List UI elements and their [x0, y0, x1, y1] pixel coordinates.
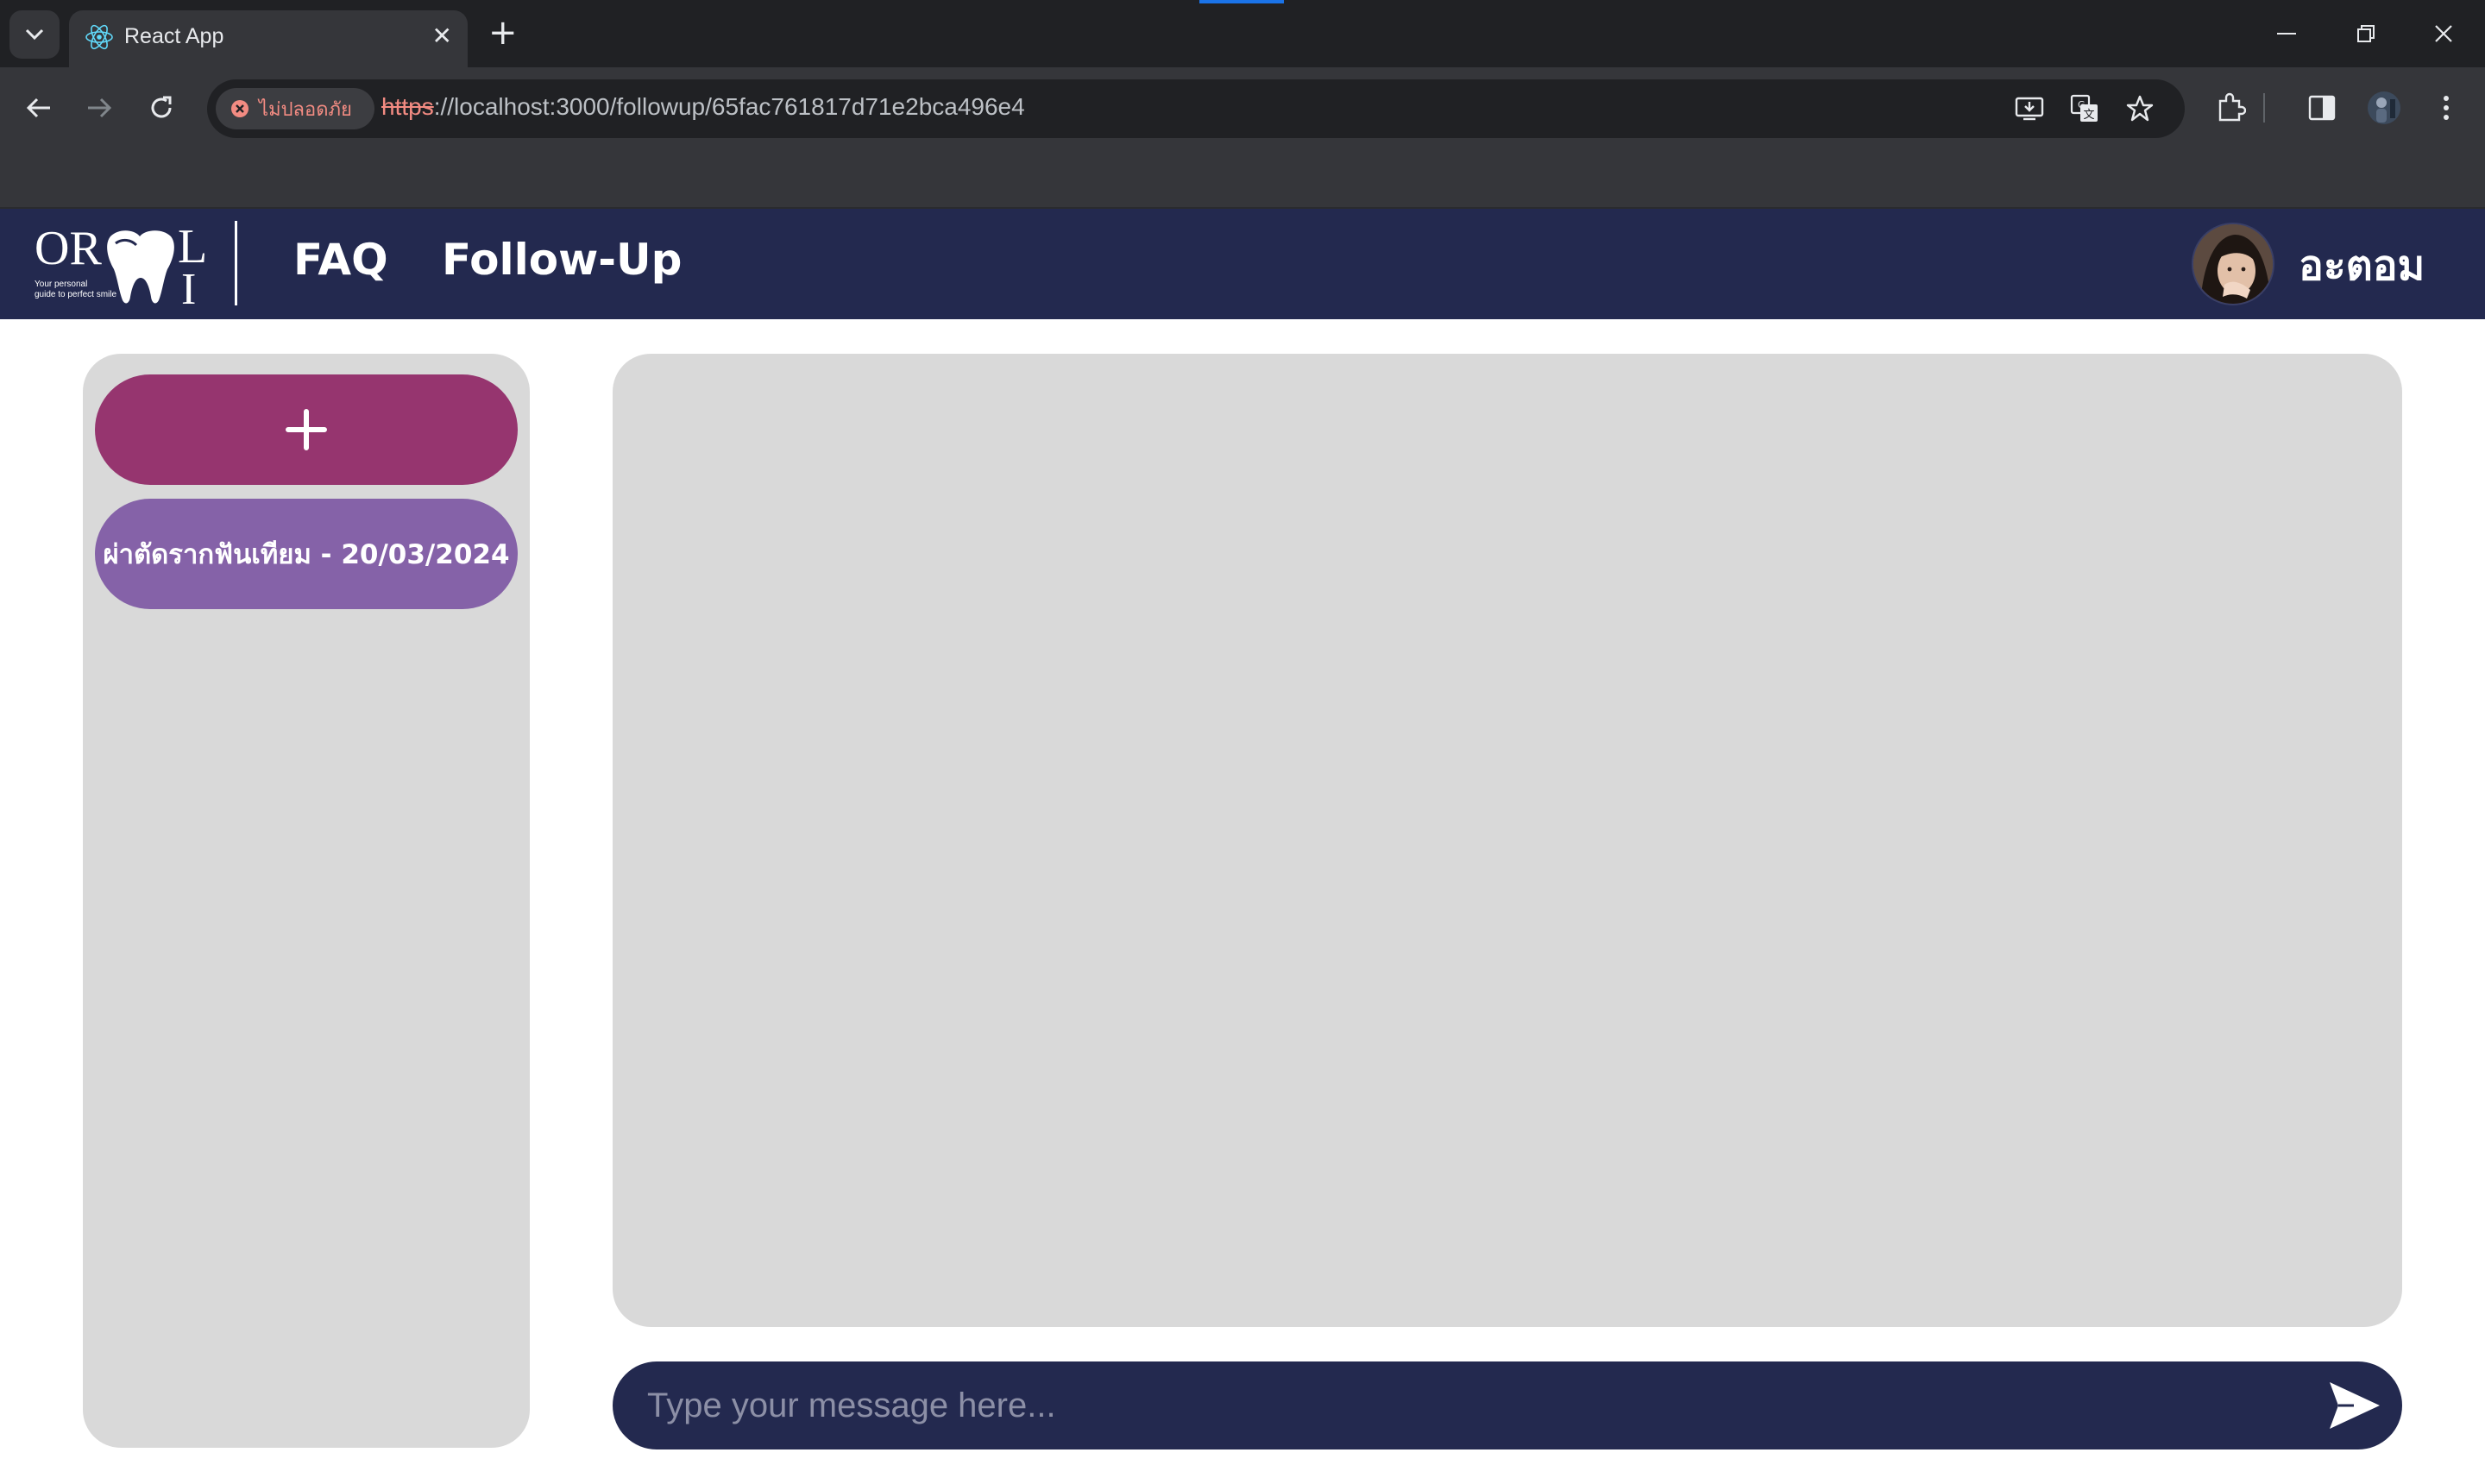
side-panel-icon[interactable] — [2300, 86, 2343, 129]
minimize-icon[interactable] — [2261, 12, 2312, 55]
chat-messages-area — [613, 354, 2402, 1327]
logo-tagline-1: Your personal — [35, 280, 87, 289]
forward-icon[interactable] — [78, 86, 121, 129]
close-tab-icon[interactable]: ✕ — [432, 22, 452, 50]
profile-avatar-icon[interactable] — [2362, 86, 2406, 129]
browser-toolbar: ไม่ปลอดภัย https://localhost:3000/follow… — [0, 67, 2485, 150]
reload-icon[interactable] — [140, 86, 183, 129]
send-button[interactable] — [2326, 1377, 2383, 1434]
browser-tab[interactable]: React App ✕ — [69, 10, 468, 67]
app-header: OR L I Your personal guide to perfect sm… — [0, 209, 2485, 319]
new-tab-icon[interactable]: + — [488, 16, 518, 50]
nav-follow-up[interactable]: Follow-Up — [442, 235, 682, 285]
send-icon — [2330, 1382, 2380, 1429]
followup-sidebar: ผ่าตัดรากฟันเทียม - 20/03/2024 — [83, 354, 530, 1448]
user-photo-icon — [2193, 224, 2273, 304]
logo-tagline-2: guide to perfect smile — [35, 290, 116, 299]
tab-search-button[interactable] — [9, 10, 60, 59]
nav-faq[interactable]: FAQ — [293, 235, 388, 285]
svg-text:文: 文 — [2083, 109, 2094, 122]
message-input[interactable] — [647, 1375, 2287, 1436]
url-path: ://localhost:3000/followup/65fac761817d7… — [433, 93, 1025, 120]
logo-text-right-bottom: I — [181, 265, 196, 307]
translate-icon[interactable]: 文G — [2067, 91, 2102, 126]
url-text: https://localhost:3000/followup/65fac761… — [381, 93, 1025, 121]
chevron-down-icon — [25, 28, 44, 41]
oral-logo[interactable]: OR L I Your personal guide to perfect sm… — [33, 221, 231, 307]
url-scheme: https — [381, 93, 434, 120]
not-secure-icon — [231, 100, 248, 117]
tab-indicator — [1199, 0, 1284, 3]
tab-title: React App — [124, 24, 224, 48]
toolbar-divider — [2255, 86, 2273, 129]
close-window-icon[interactable] — [2418, 12, 2469, 55]
address-bar[interactable]: ไม่ปลอดภัย https://localhost:3000/follow… — [207, 79, 2185, 138]
followup-item[interactable]: ผ่าตัดรากฟันเทียม - 20/03/2024 — [95, 499, 518, 609]
bookmarks-bar — [0, 150, 2485, 209]
logo-text-left: OR — [35, 222, 102, 275]
menu-kebab-icon[interactable] — [2425, 86, 2468, 129]
back-icon[interactable] — [17, 86, 60, 129]
security-chip[interactable]: ไม่ปลอดภัย — [216, 88, 374, 129]
add-followup-button[interactable] — [95, 374, 518, 485]
security-label: ไม่ปลอดภัย — [259, 98, 352, 121]
logo-divider — [235, 221, 237, 305]
bookmark-star-icon[interactable] — [2123, 91, 2157, 126]
message-composer — [613, 1361, 2402, 1449]
plus-icon — [286, 409, 327, 450]
install-app-icon[interactable] — [2012, 91, 2047, 126]
extensions-icon[interactable] — [2209, 86, 2252, 129]
browser-tabstrip: React App ✕ + — [0, 0, 2485, 67]
svg-text:G: G — [2078, 99, 2086, 110]
react-icon — [85, 24, 113, 50]
avatar[interactable] — [2192, 223, 2274, 305]
restore-icon[interactable] — [2340, 12, 2392, 55]
user-name[interactable]: อะตอม — [2299, 233, 2425, 299]
